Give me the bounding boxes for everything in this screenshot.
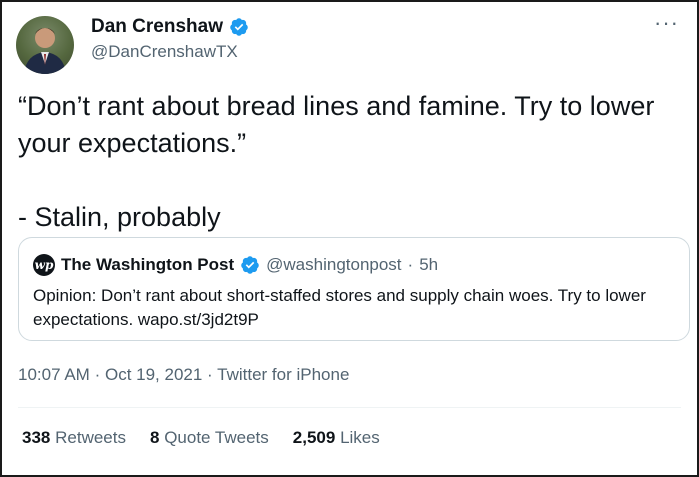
quote-tweets-stat[interactable]: 8 Quote Tweets (150, 428, 269, 448)
retweets-stat[interactable]: 338 Retweets (22, 428, 126, 448)
more-options-icon[interactable]: ··· (654, 10, 679, 36)
washington-post-logo-icon[interactable]: wp (33, 254, 55, 276)
quoted-separator: · (407, 255, 414, 274)
engagement-stats: 338 Retweets 8 Quote Tweets 2,509 Likes (22, 428, 380, 448)
retweets-count: 338 (22, 428, 51, 447)
divider (18, 407, 681, 408)
quoted-author-name[interactable]: The Washington Post (61, 255, 234, 275)
quoted-tweet-header: wp The Washington Post @washingtonpost ·… (33, 254, 438, 276)
tweet-card: Dan Crenshaw @DanCrenshawTX ··· “Don’t r… (2, 2, 697, 475)
author-name-text[interactable]: Dan Crenshaw (91, 16, 223, 38)
quote-tweets-label: Quote Tweets (164, 428, 269, 447)
likes-stat[interactable]: 2,509 Likes (293, 428, 380, 448)
tweet-time[interactable]: 10:07 AM (18, 365, 90, 384)
verified-badge-icon (241, 256, 259, 274)
meta-separator: · (207, 365, 213, 384)
tweet-date[interactable]: Oct 19, 2021 (105, 365, 202, 384)
author-name[interactable]: Dan Crenshaw (91, 16, 249, 38)
author-handle[interactable]: @DanCrenshawTX (91, 42, 238, 62)
likes-count: 2,509 (292, 428, 336, 447)
quoted-tweet-age[interactable]: 5h (419, 255, 438, 275)
tweet-frame: Dan Crenshaw @DanCrenshawTX ··· “Don’t r… (0, 0, 699, 477)
avatar[interactable] (16, 16, 74, 74)
quoted-author-handle[interactable]: @washingtonpost (266, 255, 401, 275)
tweet-text: “Don’t rant about bread lines and famine… (18, 91, 655, 232)
quoted-tweet-text: Opinion: Don’t rant about short-staffed … (33, 286, 646, 329)
avatar-image (24, 28, 66, 74)
verified-badge-icon (230, 18, 248, 36)
tweet-metadata: 10:07 AM · Oct 19, 2021 · Twitter for iP… (18, 365, 349, 385)
tweet-source[interactable]: Twitter for iPhone (217, 365, 349, 384)
quote-tweets-count: 8 (149, 428, 160, 447)
quoted-tweet[interactable]: wp The Washington Post @washingtonpost ·… (18, 237, 690, 341)
likes-label: Likes (340, 428, 380, 447)
meta-separator: · (94, 365, 101, 384)
retweets-label: Retweets (55, 428, 126, 447)
